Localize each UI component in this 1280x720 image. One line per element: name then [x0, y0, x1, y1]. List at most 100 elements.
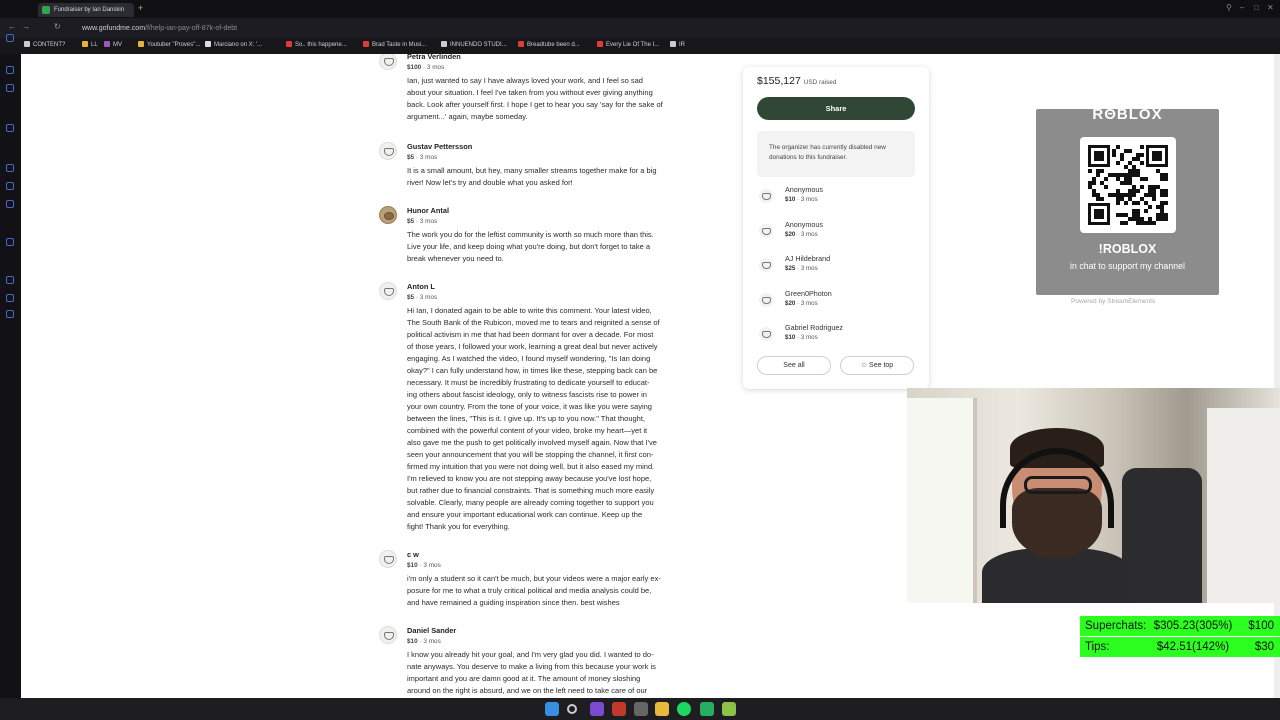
qr-module	[1132, 189, 1136, 193]
bookmark-item[interactable]: MV	[104, 41, 122, 48]
close-icon[interactable]: ✕	[1267, 3, 1274, 12]
bookmark-icon	[82, 41, 88, 47]
search-icon[interactable]	[567, 704, 577, 714]
qr-module	[1164, 189, 1168, 193]
comment-amount: $5	[407, 294, 415, 301]
comment-line: your own country. From the tone of your …	[407, 402, 652, 411]
qr-module	[1124, 221, 1128, 225]
sidebar-icon[interactable]	[6, 34, 14, 42]
bookmark-icon	[363, 41, 369, 47]
donor-name: Gabriel Rodriguez	[785, 323, 843, 332]
qr-module	[1160, 173, 1164, 177]
qr-module	[1152, 189, 1156, 193]
bookmark-label: Breadtube been d...	[527, 42, 580, 48]
qr-module	[1160, 193, 1164, 197]
bookmark-item[interactable]: Every Lie Of The I...	[597, 41, 659, 48]
donor-name: AJ Hildebrand	[785, 254, 831, 263]
sidebar-icon[interactable]	[6, 310, 14, 318]
back-icon[interactable]: ←	[8, 22, 16, 31]
donor-amount-value: $20	[785, 299, 796, 307]
share-button[interactable]: Share	[757, 97, 915, 120]
maximize-icon[interactable]: □	[1254, 3, 1259, 12]
qr-module	[1124, 181, 1128, 185]
comment-line: back. Look after yourself first. I hope …	[407, 100, 663, 109]
see-top-label: See top	[869, 362, 894, 369]
bookmark-label: INNUENDO STUDI...	[450, 42, 507, 48]
sidebar-icon[interactable]	[6, 294, 14, 302]
qr-module	[1144, 193, 1148, 197]
qr-module	[1116, 177, 1120, 181]
powered-by: Powered by StreamElements	[1071, 298, 1156, 305]
donor-heart-icon	[379, 626, 397, 644]
comment-line: break whenever you need to.	[407, 254, 504, 263]
qr-module	[1128, 173, 1132, 177]
bookmark-item[interactable]: INNUENDO STUDI...	[441, 41, 507, 48]
qr-module	[1116, 201, 1120, 205]
bookmark-item[interactable]: Youtuber "Proves"...	[138, 41, 200, 48]
qr-module	[1096, 193, 1100, 197]
qr-module	[1144, 201, 1148, 205]
webcam-chair	[1122, 468, 1202, 603]
comment-line: river! Now let's try and double what you…	[407, 178, 573, 187]
comment-line: necessary. It must be incredibly frustra…	[407, 378, 650, 387]
qr-module	[1148, 185, 1152, 189]
bookmark-item[interactable]: CONTENT?	[24, 41, 65, 48]
donor-amount: $20 · 3 mos	[785, 230, 818, 238]
tab-fundraiser[interactable]: Fundraiser by Ian Danskin	[38, 3, 134, 17]
qr-module	[1120, 197, 1124, 201]
sidebar-icon[interactable]	[6, 182, 14, 190]
app-icon[interactable]	[590, 702, 604, 716]
app-icon[interactable]	[634, 702, 648, 716]
sidebar-icon[interactable]	[6, 84, 14, 92]
bookmark-item[interactable]: LL	[82, 41, 98, 48]
comment-line: but rather due to financial constraints.…	[407, 486, 655, 495]
qr-module	[1104, 185, 1108, 189]
app-icon[interactable]	[612, 702, 626, 716]
qr-module	[1100, 169, 1104, 173]
app-icon[interactable]	[722, 702, 736, 716]
start-icon[interactable]	[545, 702, 559, 716]
bookmark-icon	[138, 41, 144, 47]
sidebar-icon[interactable]	[6, 164, 14, 172]
donor-heart-icon	[759, 258, 773, 272]
bookmark-item[interactable]: Brad Taste in Musi...	[363, 41, 426, 48]
qr-module	[1128, 177, 1132, 181]
bookmark-item[interactable]: IR	[670, 41, 685, 48]
comment-line: I'm relieved to know you are not steppin…	[407, 474, 652, 483]
qr-module	[1108, 173, 1112, 177]
comment-text: i'm only a student so it can't be much, …	[407, 573, 689, 609]
qr-module	[1164, 217, 1168, 221]
bookmark-item[interactable]: So.. this happene...	[286, 41, 347, 48]
goal-target: 1000	[1248, 682, 1274, 695]
minimize-icon[interactable]: –	[1240, 3, 1244, 12]
qr-module	[1148, 221, 1152, 225]
qr-module	[1116, 193, 1120, 197]
donor-name: Anonymous	[785, 219, 823, 229]
see-all-button[interactable]: See all	[757, 356, 831, 375]
spotify-icon[interactable]	[677, 702, 691, 716]
folder-icon[interactable]	[655, 702, 669, 716]
sidebar-icon[interactable]	[6, 276, 14, 284]
qr-module	[1128, 193, 1132, 197]
sidebar-icon[interactable]	[6, 200, 14, 208]
qr-module	[1136, 169, 1140, 173]
forward-icon[interactable]: →	[22, 22, 30, 31]
bookmark-item[interactable]: Breadtube been d...	[518, 41, 580, 48]
qr-module	[1128, 189, 1132, 193]
bookmark-icon	[286, 41, 292, 47]
app-icon[interactable]	[700, 702, 714, 716]
sidebar-icon[interactable]	[6, 238, 14, 246]
sidebar-icon[interactable]	[6, 124, 14, 132]
reload-icon[interactable]: ↻	[54, 22, 61, 31]
comment-line: seen your announcement that you will be …	[407, 450, 654, 459]
see-top-button[interactable]: ☆ See top	[840, 356, 914, 375]
bookmark-item[interactable]: Marciano on X: '...	[205, 41, 262, 48]
qr-module	[1096, 169, 1100, 173]
sidebar-icon[interactable]	[6, 66, 14, 74]
donation-card: $155,127 USD raised Share The organizer …	[743, 67, 929, 389]
qr-module	[1096, 173, 1100, 177]
donor-row: Gabriel Rodriguez $10 · 3 mos	[757, 323, 915, 349]
search-icon[interactable]: ⚲	[1226, 3, 1232, 12]
address-bar[interactable]: www.gofundme.com/f/help-ian-pay-off-87k-…	[70, 22, 1110, 35]
new-tab-button[interactable]: +	[138, 3, 143, 13]
